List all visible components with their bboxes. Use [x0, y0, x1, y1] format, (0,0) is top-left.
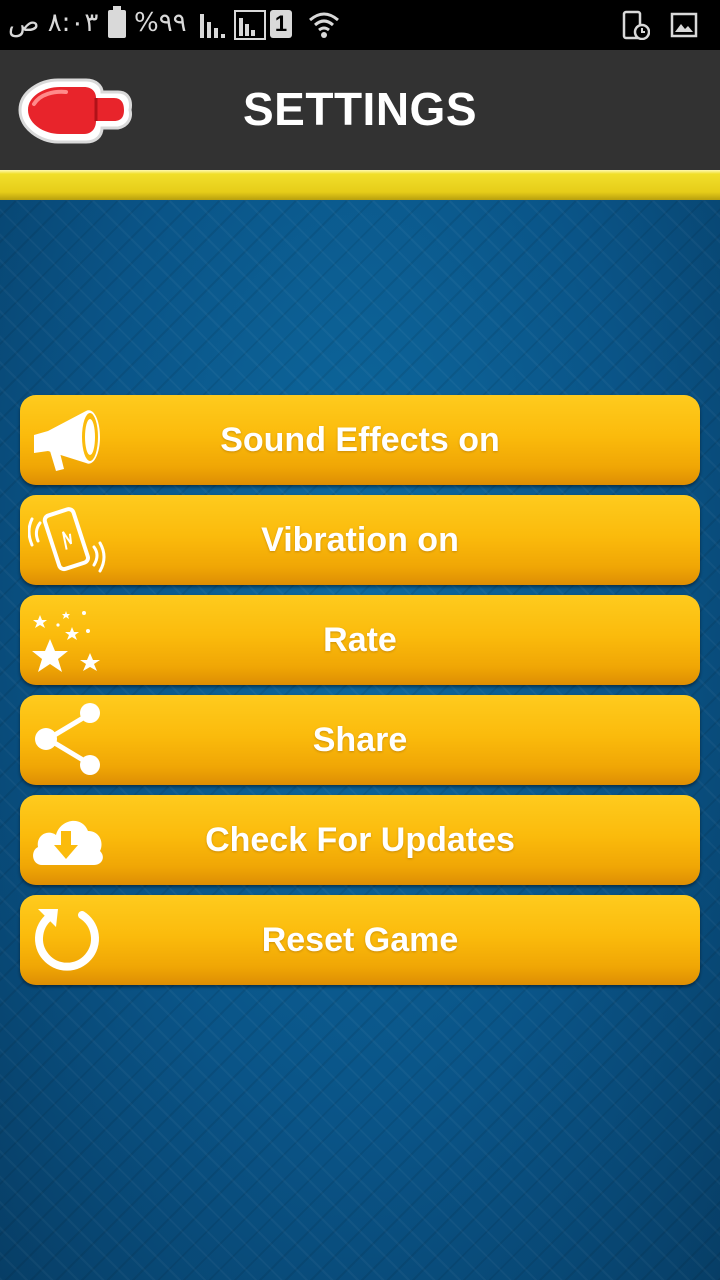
check-for-updates-button[interactable]: Check For Updates	[20, 795, 700, 885]
wifi-icon	[309, 12, 339, 38]
signal-strength-icon	[200, 14, 225, 38]
screen-timeout-icon	[622, 10, 650, 40]
share-label: Share	[312, 721, 408, 759]
status-time: ٨:٠٣ ص	[8, 8, 99, 38]
page-title: SETTINGS	[242, 83, 478, 135]
reset-game-label: Reset Game	[261, 921, 459, 959]
signal-strength-icon	[234, 10, 266, 40]
vibration-label: Vibration on	[261, 521, 459, 559]
check-for-updates-label: Check For Updates	[205, 821, 515, 859]
status-bar: ٨:٠٣ ص %٩٩ 1	[0, 0, 720, 50]
header-stripe	[0, 170, 720, 200]
sound-effects-label: Sound Effects on	[220, 421, 500, 459]
header-bar: SETTINGS	[0, 50, 720, 170]
image-icon	[670, 12, 698, 38]
rate-button[interactable]: Rate	[20, 595, 700, 685]
sim-indicator: 1	[270, 10, 292, 38]
battery-percent: %٩٩	[134, 8, 187, 38]
sound-effects-button[interactable]: Sound Effects on	[20, 395, 700, 485]
battery-icon	[108, 6, 126, 38]
share-button[interactable]: Share	[20, 695, 700, 785]
reset-game-button[interactable]: Reset Game	[20, 895, 700, 985]
rate-label: Rate	[323, 621, 397, 659]
vibration-button[interactable]: Vibration on	[20, 495, 700, 585]
